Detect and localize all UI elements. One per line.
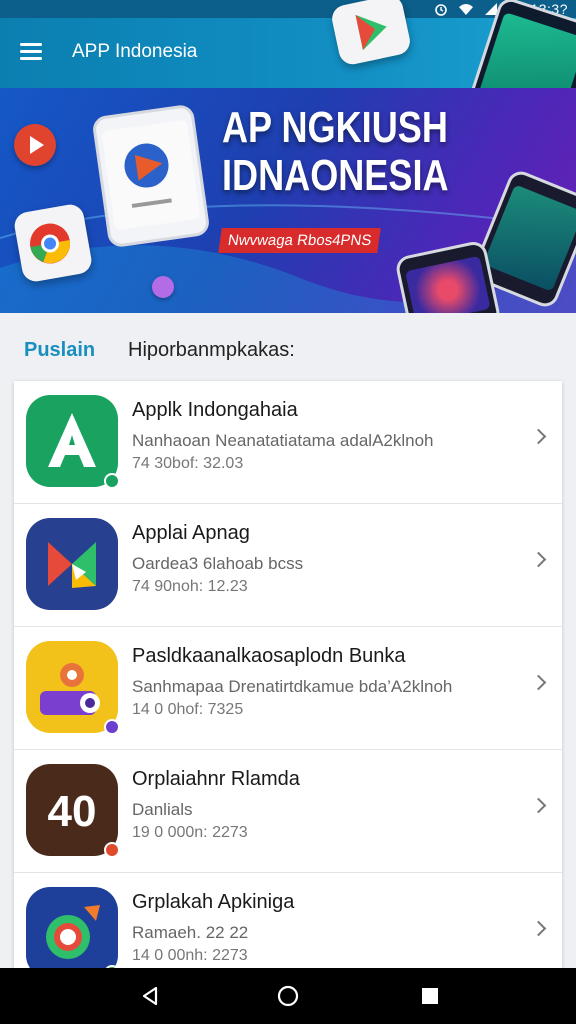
chevron-right-icon [530,428,547,445]
status-dot [104,719,120,735]
app-meta: 14 0 00nh: 2273 [132,947,248,964]
recents-icon[interactable] [418,984,442,1008]
app-title: Grplakah Apkiniga [132,891,295,913]
chevron-right-icon [530,797,547,814]
app-icon [26,641,118,733]
app-title: Pasldkaanalkaosaplodn Bunka [132,645,406,667]
app-title: Applai Apnag [132,522,250,544]
status-dot [104,842,120,858]
list-item[interactable]: Grplakah Apkiniga Ramaeh. 22 22 14 0 00n… [14,873,562,971]
list-item[interactable]: Applai Apnag Oardea3 6lahoab bcss 74 90n… [14,504,562,627]
menu-icon[interactable] [20,43,42,61]
app-meta: 74 30bof: 32.03 [132,455,244,472]
banner-tagline: Nwvwaga Rbos4PNS [218,228,382,253]
app-description: Sanhmapaa Drenatirtdkamue bda’A2klnoh [132,677,453,696]
banner-title: AP NGKIUSH IDNAONESIA [222,104,449,200]
app-description: Ramaeh. 22 22 [132,923,249,942]
list-item[interactable]: 40 Orplaiahnr Rlamda Danlials 19 0 000n:… [14,750,562,873]
chevron-right-icon [530,674,547,691]
svg-text:40: 40 [48,787,97,836]
list-item[interactable]: Pasldkaanalkaosaplodn Bunka Sanhmapaa Dr… [14,627,562,750]
banner-title-line1: AP NGKIUSH [222,103,448,152]
app-description: Nanhaoan Neanatatiatama adalA2klnoh [132,431,434,450]
app-toolbar: APP Indonesia [0,0,576,147]
home-icon[interactable] [276,984,300,1008]
app-icon [26,887,118,971]
app-meta: 14 0 0hof: 7325 [132,701,244,718]
app-title: Orplaiahnr Rlamda [132,768,300,790]
wifi-icon [459,4,474,15]
app-icon [26,395,118,487]
video-play-icon [14,124,56,166]
app-title: APP Indonesia [72,41,198,62]
list-item[interactable]: Applk Indongahaia Nanhaoan Neanatatiatam… [14,381,562,504]
app-meta: 19 0 000n: 2273 [132,824,248,841]
chevron-right-icon [530,920,547,937]
phone-graphic-center [91,103,211,249]
chevron-right-icon [530,551,547,568]
category-tab[interactable]: Puslain [24,339,95,362]
app-meta: 74 90noh: 12.23 [132,578,248,595]
alarm-icon [435,4,448,16]
banner-title-line2: IDNAONESIA [222,151,449,200]
promo-banner[interactable]: AP NGKIUSH IDNAONESIA Nwvwaga Rbos4PNS [0,88,576,313]
back-icon[interactable] [138,984,162,1008]
pin-icon [152,276,174,298]
app-description: Oardea3 6lahoab bcss [132,554,304,573]
section-title: Hiporbanmpkakas: [128,339,295,361]
app-icon: 40 [26,764,118,856]
status-bar: 13:3? [0,0,576,18]
app-description: Danlials [132,800,193,819]
status-dot [104,473,120,489]
chrome-app-icon [12,202,94,284]
play-store-bubble-icon [329,0,413,67]
system-nav-bar [0,968,576,1024]
list-header: Puslain Hiporbanmpkakas: [0,313,576,381]
app-list: Applk Indongahaia Nanhaoan Neanatatiatam… [14,381,562,971]
app-title: Applk Indongahaia [132,399,298,421]
app-icon [26,518,118,610]
